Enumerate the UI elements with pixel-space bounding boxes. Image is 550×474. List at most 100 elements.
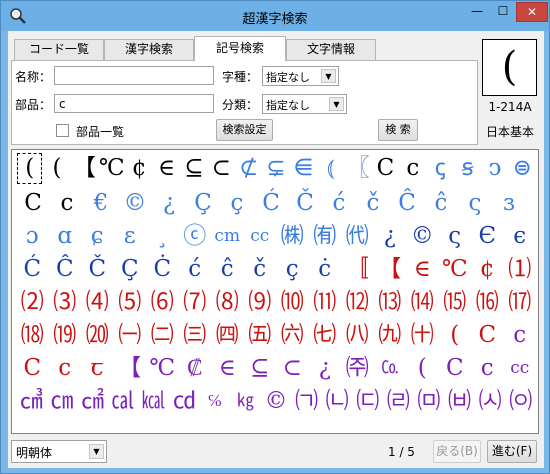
glyph-cell[interactable]: ⑼	[244, 286, 277, 319]
glyph-cell[interactable]: ⑽	[276, 286, 309, 319]
glyph-cell[interactable]: c	[49, 352, 82, 385]
glyph-cell[interactable]: ㈄	[414, 385, 445, 418]
glyph-cell[interactable]: ⦅	[317, 152, 344, 185]
search-settings-button[interactable]: 検索設定	[216, 119, 273, 141]
glyph-cell-selected[interactable]: (	[16, 152, 43, 185]
back-button[interactable]: 戻る(B)	[433, 440, 481, 463]
glyph-cell[interactable]: ㈆	[475, 385, 506, 418]
glyph-cell[interactable]: ⊊	[262, 152, 289, 185]
glyph-cell[interactable]: (	[406, 352, 439, 385]
glyph-cell[interactable]: Ć	[254, 187, 288, 220]
glyph-cell[interactable]: ㈢	[179, 319, 212, 352]
glyph-cell[interactable]: ć	[179, 253, 212, 286]
type-select[interactable]: 指定なし ▼	[262, 66, 339, 86]
glyph-cell[interactable]: ㎝	[47, 385, 78, 418]
glyph-cell[interactable]: ∈	[211, 352, 244, 385]
glyph-cell[interactable]: 〖	[344, 152, 371, 185]
glyph-cell[interactable]: c	[50, 187, 84, 220]
glyph-cell[interactable]: ㈤	[244, 319, 277, 352]
glyph-cell[interactable]: ⒁	[406, 286, 439, 319]
glyph-cell[interactable]: ć	[322, 187, 356, 220]
glyph-cell[interactable]: ㈨	[374, 319, 407, 352]
glyph-cell[interactable]: ㏅	[169, 385, 200, 418]
glyph-cell[interactable]: 【	[71, 152, 98, 185]
glyph-cell[interactable]: ⋹	[290, 152, 317, 185]
font-select[interactable]: 明朝体 ▼	[11, 440, 107, 463]
glyph-cell[interactable]: ㎏	[230, 385, 261, 418]
glyph-cell[interactable]: €	[84, 187, 118, 220]
glyph-cell[interactable]: ㈣	[211, 319, 244, 352]
tab-code-list[interactable]: コード一覧	[14, 39, 104, 60]
tab-kanji-search[interactable]: 漢字検索	[104, 39, 194, 60]
glyph-cell[interactable]: ⑶	[49, 286, 82, 319]
glyph-cell[interactable]: ĉ	[424, 187, 458, 220]
glyph-cell[interactable]: ⑸	[114, 286, 147, 319]
part-input[interactable]	[54, 94, 214, 113]
glyph-cell[interactable]: ꞔ	[427, 152, 454, 185]
glyph-cell[interactable]: C	[16, 352, 49, 385]
glyph-cell[interactable]: c	[399, 152, 426, 185]
glyph-cell[interactable]: ꞇ	[81, 352, 114, 385]
glyph-cell[interactable]: ⊂	[208, 152, 235, 185]
tab-symbol-search[interactable]: 記号検索	[194, 36, 286, 61]
glyph-cell[interactable]: Ĉ	[49, 253, 82, 286]
glyph-cell[interactable]: ㈧	[341, 319, 374, 352]
glyph-cell[interactable]: ¸	[146, 220, 179, 253]
glyph-cell[interactable]: ℅	[200, 385, 231, 418]
glyph-cell[interactable]: ɜ	[492, 187, 526, 220]
glyph-cell[interactable]: ㎤	[16, 385, 47, 418]
glyph-cell[interactable]: ㎠	[77, 385, 108, 418]
glyph-cell[interactable]: ɔ	[16, 220, 49, 253]
glyph-cell[interactable]: (	[439, 319, 472, 352]
glyph-cell[interactable]: Č	[288, 187, 322, 220]
maximize-button[interactable]: ☐	[490, 2, 516, 22]
glyph-cell[interactable]: ㈩	[406, 319, 439, 352]
glyph-cell[interactable]: ㈂	[352, 385, 383, 418]
glyph-cell[interactable]: ⑵	[16, 286, 49, 319]
search-button[interactable]: 検 索	[378, 119, 418, 141]
glyph-cell[interactable]: ℃	[98, 152, 125, 185]
glyph-cell[interactable]: ㈥	[276, 319, 309, 352]
glyph-cell[interactable]: ⊄	[235, 152, 262, 185]
close-button[interactable]: ✕	[516, 2, 548, 22]
glyph-cell[interactable]: ⑴	[504, 253, 537, 286]
tab-char-info[interactable]: 文字情報	[286, 39, 376, 60]
glyph-cell[interactable]: 【	[374, 253, 407, 286]
glyph-cell[interactable]: ㈜	[341, 352, 374, 385]
glyph-cell[interactable]: ¢	[471, 253, 504, 286]
glyph-cell[interactable]: ⊆	[244, 352, 277, 385]
glyph-cell[interactable]: ⊂	[276, 352, 309, 385]
glyph-cell[interactable]: ç	[220, 187, 254, 220]
glyph-cell[interactable]: ㈁	[322, 385, 353, 418]
glyph-cell[interactable]: ㈹	[341, 220, 374, 253]
glyph-cell[interactable]: cm	[211, 220, 244, 253]
glyph-cell[interactable]: є	[504, 220, 537, 253]
glyph-cell[interactable]: ㈀	[291, 385, 322, 418]
glyph-cell[interactable]: ⒅	[16, 319, 49, 352]
glyph-cell[interactable]: (	[43, 152, 70, 185]
glyph-cell[interactable]: ©	[406, 220, 439, 253]
glyph-cell[interactable]: ㈦	[309, 319, 342, 352]
glyph-cell[interactable]: ς	[458, 187, 492, 220]
glyph-cell[interactable]: č	[244, 253, 277, 286]
glyph-cell[interactable]: ¿	[152, 187, 186, 220]
glyph-cell[interactable]: Ĉ	[390, 187, 424, 220]
glyph-cell[interactable]: Ç	[186, 187, 220, 220]
next-button[interactable]: 進む(F)	[487, 440, 537, 463]
glyph-cell[interactable]: ©	[118, 187, 152, 220]
glyph-cell[interactable]: ⑷	[81, 286, 114, 319]
glyph-cell[interactable]: ĉ	[211, 253, 244, 286]
glyph-cell[interactable]: ㈠	[114, 319, 147, 352]
glyph-cell[interactable]: ς	[439, 220, 472, 253]
glyph-cell[interactable]: ㈅	[444, 385, 475, 418]
glyph-cell[interactable]: ꞩ	[454, 152, 481, 185]
glyph-cell[interactable]: ㈇	[505, 385, 536, 418]
glyph-grid[interactable]: ((【℃ ¢ ∈ ⊆ ⊂ ⊄ ⊊ ⋹ ⦅ 〖 Cc ꞔ ꞩ ↄ ⊜ Cc € © ¿ Çç Ć Čć č Ĉĉ ς ɜ ɔ ɑ ɕ ɛ ¸ ⓒ…	[11, 149, 539, 434]
glyph-cell[interactable]: ɛ	[114, 220, 147, 253]
glyph-cell[interactable]: ⑿	[341, 286, 374, 319]
glyph-cell[interactable]: ç	[276, 253, 309, 286]
glyph-cell[interactable]: cc	[244, 220, 277, 253]
glyph-cell[interactable]: ɑ	[49, 220, 82, 253]
glyph-cell[interactable]: č	[356, 187, 390, 220]
glyph-cell[interactable]: ¿	[309, 352, 342, 385]
